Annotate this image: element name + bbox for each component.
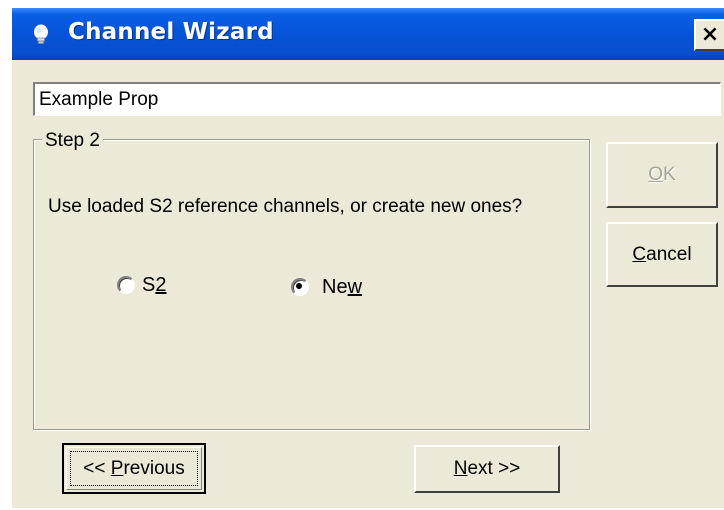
radio-selected-dot: [296, 283, 302, 289]
close-button[interactable]: ×: [694, 19, 724, 51]
step-legend: Step 2: [42, 130, 103, 152]
radio-s2[interactable]: [117, 276, 135, 294]
ok-button[interactable]: OK: [606, 142, 718, 208]
title-bar[interactable]: Channel Wizard ×: [12, 8, 724, 60]
next-button-label: Next >>: [453, 458, 521, 479]
channel-wizard-dialog: Channel Wizard × Step 2 Use loaded S2 re…: [12, 8, 724, 508]
radio-new[interactable]: [291, 278, 309, 296]
name-field[interactable]: [33, 82, 721, 116]
cancel-button-label: Cancel: [632, 243, 692, 265]
cancel-button[interactable]: Cancel: [606, 222, 718, 287]
window-title: Channel Wizard: [68, 19, 274, 45]
previous-button-label: << Previous: [83, 457, 185, 479]
ok-button-label: OK: [648, 164, 676, 185]
radio-s2-label[interactable]: S2: [142, 274, 166, 297]
close-icon: ×: [700, 22, 720, 47]
radio-new-label[interactable]: New: [322, 276, 362, 299]
step-prompt: Use loaded S2 reference channels, or cre…: [48, 196, 523, 217]
previous-button[interactable]: << Previous: [62, 443, 206, 494]
lightbulb-icon: [34, 24, 48, 44]
next-button[interactable]: Next >>: [414, 445, 560, 493]
